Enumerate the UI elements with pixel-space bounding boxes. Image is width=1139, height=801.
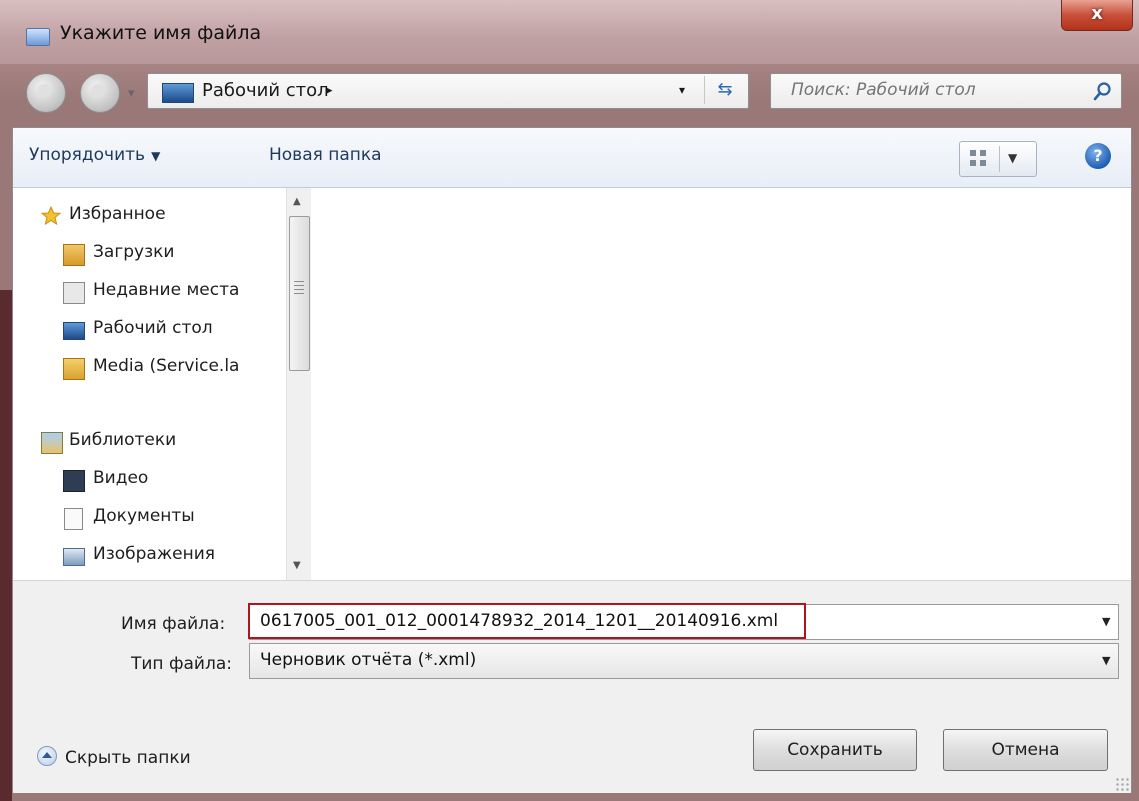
filetype-label: Тип файла:: [131, 654, 232, 674]
filename-label: Имя файла:: [121, 614, 226, 634]
filename-value[interactable]: 0617005_001_012_0001478932_2014_1201__20…: [260, 611, 778, 631]
view-dropdown-icon[interactable]: ▼: [1008, 151, 1017, 165]
scroll-up-icon[interactable]: ▲: [293, 196, 301, 207]
save-file-dialog: Укажите имя файла x ▾ Рабочий стол ▸ ▾ ⇆…: [0, 0, 1139, 801]
window-title: Укажите имя файла: [60, 22, 262, 44]
nav-label: Изображения: [93, 544, 216, 564]
hide-folders-button[interactable]: Скрыть папки: [37, 746, 191, 768]
view-options-button[interactable]: ▼: [959, 141, 1037, 177]
history-dropdown-icon[interactable]: ▾: [128, 86, 135, 101]
libraries-icon: [41, 432, 63, 454]
downloads-folder-icon: [63, 244, 85, 266]
filetype-value: Черновик отчёта (*.xml): [260, 650, 477, 670]
network-folder-icon: [63, 358, 85, 380]
help-icon[interactable]: ?: [1085, 143, 1111, 169]
view-grid-icon: [970, 150, 988, 168]
file-details-panel: Имя файла: 0617005_001_012_0001478932_20…: [13, 580, 1131, 793]
address-bar[interactable]: Рабочий стол ▸ ▾ ⇆: [147, 73, 749, 109]
client-area: Упорядочить ▼ Новая папка ▼ ? Избранное З…: [12, 127, 1132, 793]
back-button[interactable]: [26, 73, 66, 113]
cancel-button[interactable]: Отмена: [943, 729, 1108, 771]
desktop-icon: [63, 322, 85, 340]
documents-library-icon: [64, 508, 83, 530]
nav-label: Документы: [93, 506, 195, 526]
app-icon: [26, 28, 50, 46]
forward-button[interactable]: [80, 73, 120, 113]
nav-label: Недавние места: [93, 280, 240, 300]
filename-field[interactable]: 0617005_001_012_0001478932_2014_1201__20…: [248, 603, 1119, 640]
view-separator: [999, 146, 1000, 172]
desktop-icon: [162, 83, 194, 103]
filetype-select[interactable]: Черновик отчёта (*.xml) ▼: [249, 643, 1119, 679]
background-edge: [0, 290, 12, 801]
libraries-label: Библиотеки: [69, 430, 177, 450]
resize-grip[interactable]: [1115, 777, 1129, 791]
star-icon: [41, 206, 61, 226]
address-dropdown-icon[interactable]: ▾: [679, 83, 685, 97]
nav-label: Загрузки: [93, 242, 175, 262]
video-library-icon: [63, 470, 85, 492]
search-icon[interactable]: [1093, 81, 1113, 101]
hide-folders-label: Скрыть папки: [65, 748, 191, 768]
search-input[interactable]: [791, 80, 1081, 100]
new-folder-button[interactable]: Новая папка: [269, 145, 382, 165]
pictures-library-icon: [63, 548, 85, 566]
organize-label: Упорядочить: [29, 145, 146, 165]
organize-button[interactable]: Упорядочить ▼: [29, 145, 160, 165]
organize-caret-icon: ▼: [151, 149, 161, 163]
filename-dropdown-icon[interactable]: ▼: [1102, 615, 1110, 628]
path-arrow-icon[interactable]: ▸: [326, 83, 333, 98]
favorites-label: Избранное: [69, 204, 166, 224]
search-box[interactable]: [770, 73, 1122, 109]
close-button[interactable]: x: [1061, 0, 1133, 31]
thumb-grip: [294, 281, 304, 297]
scroll-thumb[interactable]: [289, 216, 310, 371]
navpane-scrollbar[interactable]: ▲ ▼: [286, 188, 311, 580]
nav-label: Рабочий стол: [93, 318, 213, 338]
save-button[interactable]: Сохранить: [753, 729, 917, 771]
collapse-up-icon: [37, 746, 57, 766]
nav-label: Media (Service.la: [93, 356, 240, 376]
refresh-button[interactable]: ⇆: [704, 76, 745, 104]
address-location[interactable]: Рабочий стол: [202, 80, 329, 101]
scroll-down-icon[interactable]: ▼: [293, 560, 301, 571]
recent-places-icon: [63, 282, 85, 304]
title-bar[interactable]: Укажите имя файла x: [0, 0, 1139, 64]
command-bar: Упорядочить ▼ Новая папка ▼ ?: [13, 128, 1131, 188]
nav-label: Видео: [93, 468, 149, 488]
filetype-dropdown-icon[interactable]: ▼: [1102, 654, 1110, 667]
navigation-pane: Избранное Загрузки Недавние места Рабочи…: [13, 188, 313, 580]
